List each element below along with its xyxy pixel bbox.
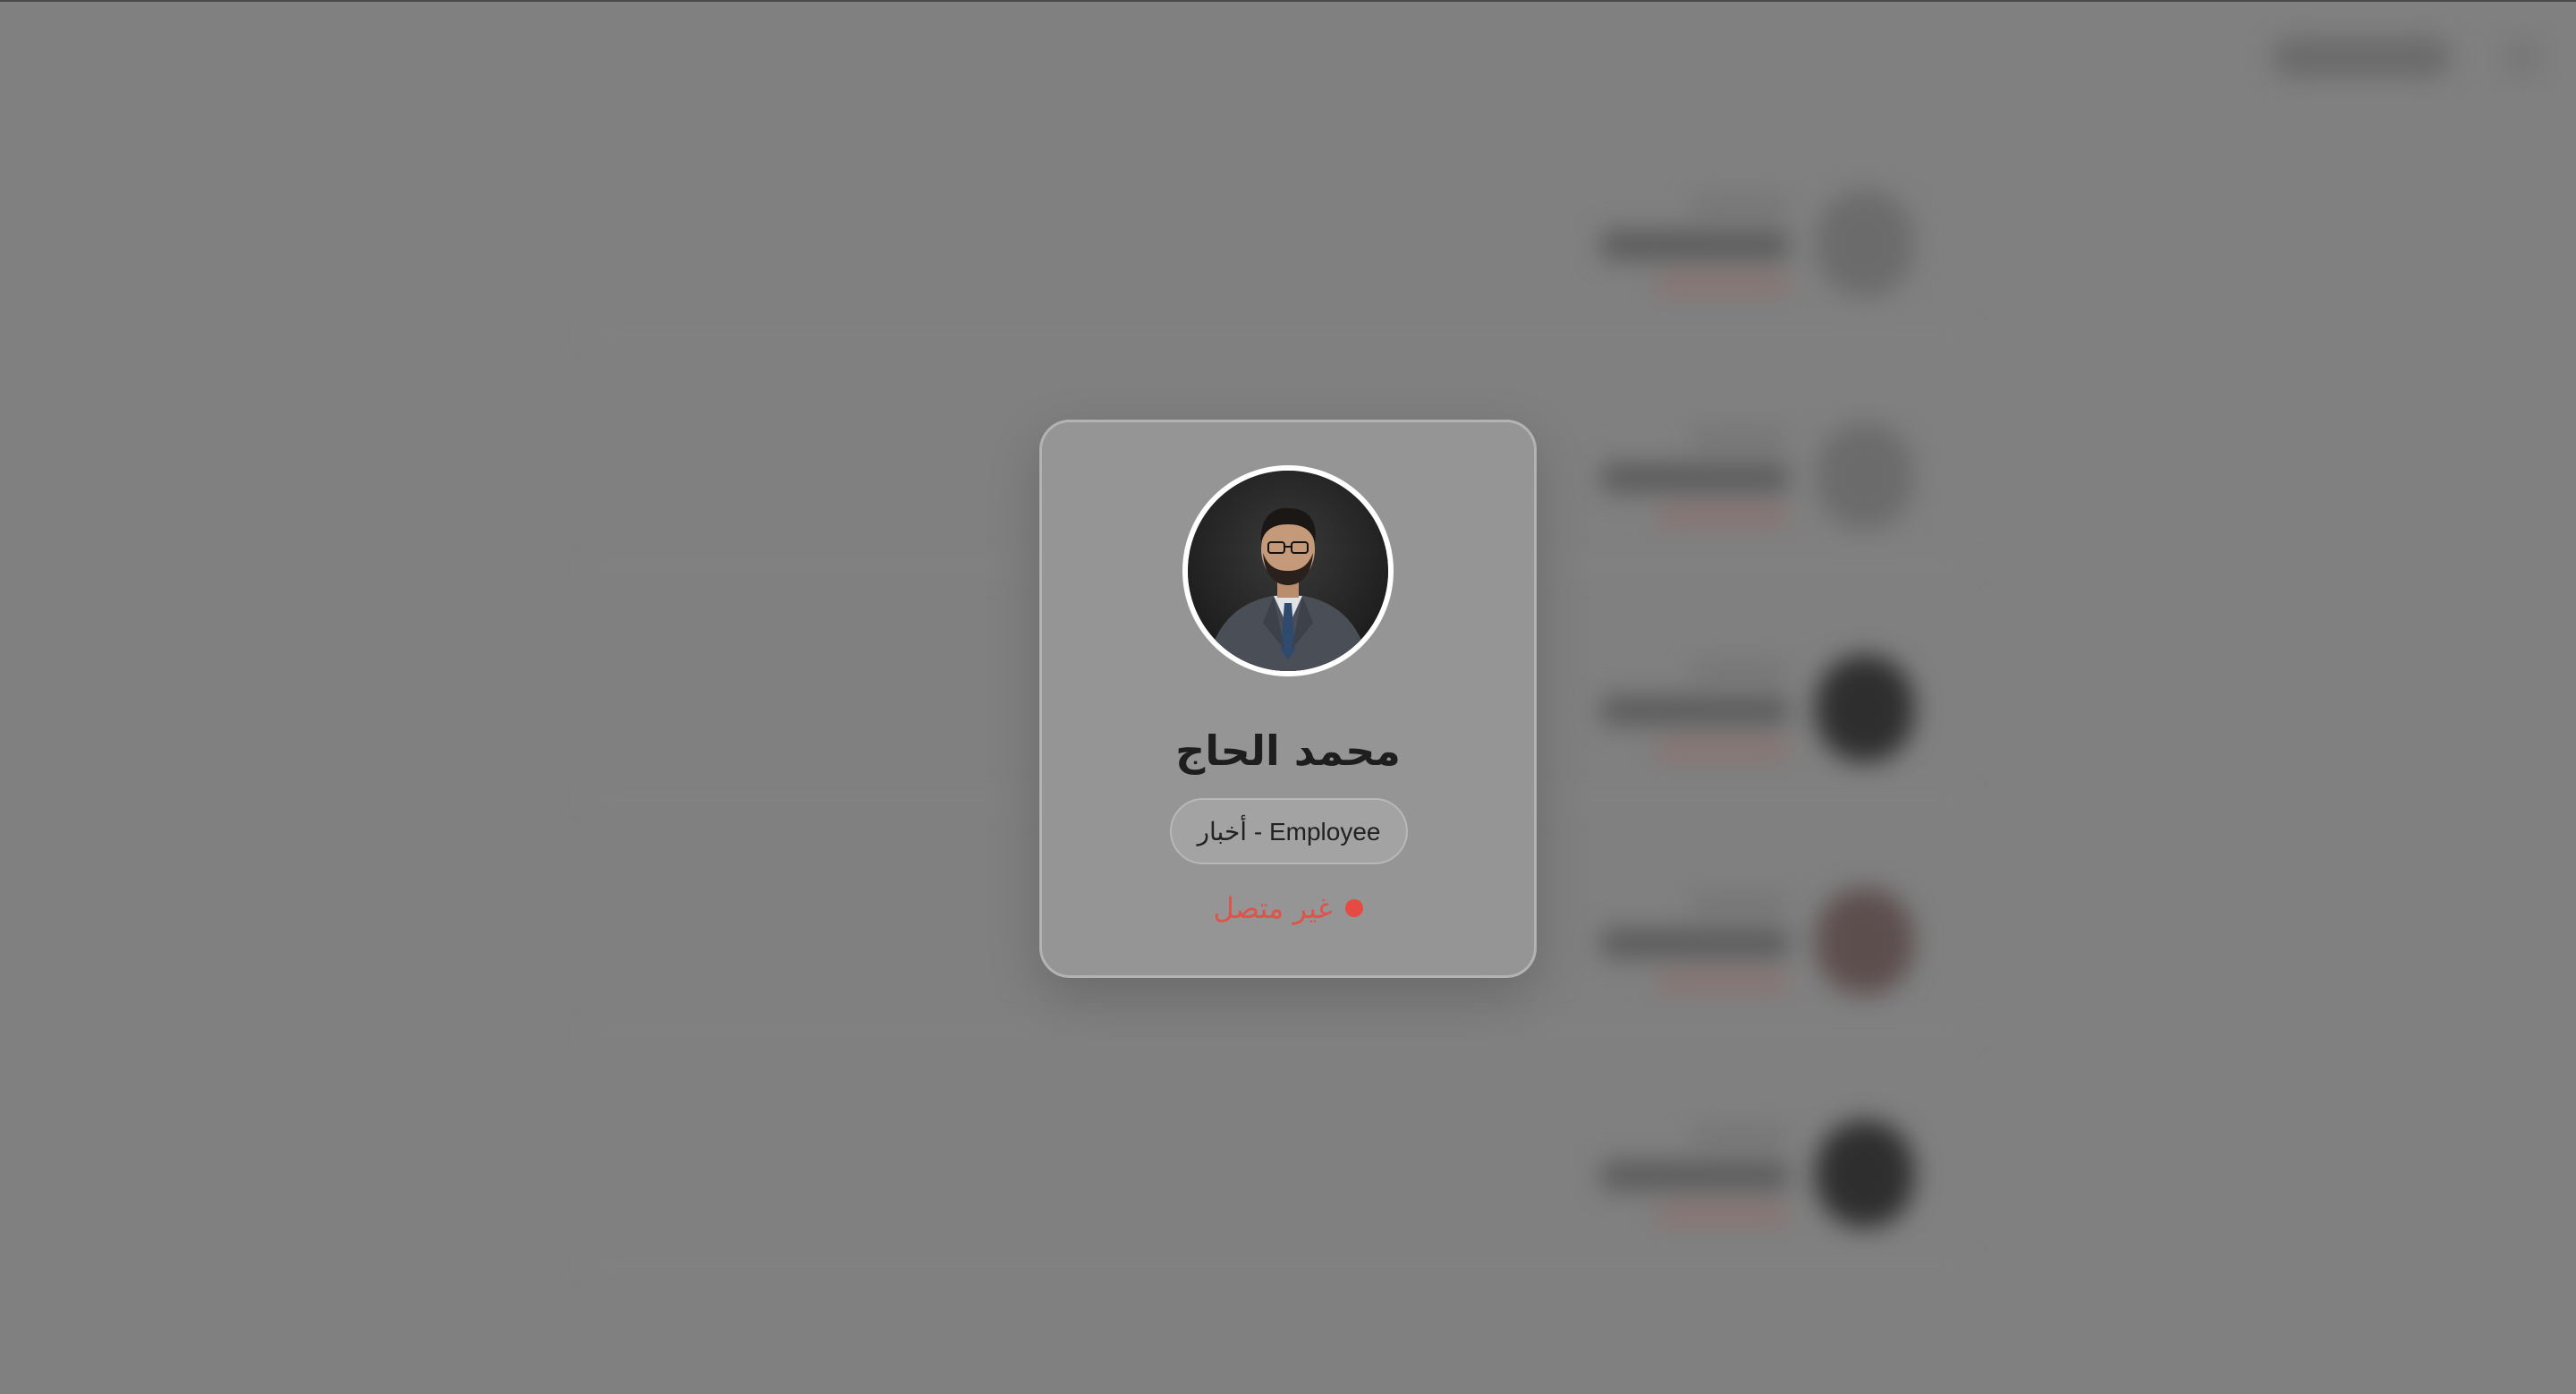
role-label: Employee - أخبار [1197,817,1381,846]
background-avatar [1816,888,1914,995]
background-text-line [1655,975,1789,988]
background-text-line [1601,929,1789,957]
background-avatar [1816,422,1914,530]
background-text-line [1601,696,1789,725]
background-text-line [1655,743,1789,755]
background-text-line [1690,897,1789,911]
background-text-line [1655,277,1789,290]
status-indicator: غير متصل [1042,891,1534,925]
avatar [1182,465,1394,676]
profile-card-modal: محمد الحاج Employee - أخبار غير متصل [1039,420,1537,978]
background-text-line [1690,431,1789,446]
background-text-line [1601,463,1789,492]
background-text-line [1655,1208,1789,1220]
background-text-line [1655,510,1789,523]
background-text-line [1601,231,1789,259]
background-avatar [1816,190,1914,297]
background-avatar [1816,1120,1914,1228]
background-menu-icon [2504,39,2540,75]
background-text-line [1690,199,1789,213]
avatar-photo [1188,471,1388,671]
background-text-line [1690,1129,1789,1143]
offline-dot-icon [1344,899,1363,917]
status-label: غير متصل [1213,891,1333,925]
background-text-line [1601,1161,1789,1190]
background-list-item [590,154,1968,336]
background-list-item [590,1084,1968,1266]
profile-name: محمد الحاج [1175,727,1401,775]
role-badge: Employee - أخبار [1170,798,1408,864]
screen: محمد الحاج Employee - أخبار غير متصل [0,0,2576,1394]
background-top-button [2272,38,2451,77]
background-avatar [1816,655,1914,762]
background-text-line [1690,664,1789,678]
